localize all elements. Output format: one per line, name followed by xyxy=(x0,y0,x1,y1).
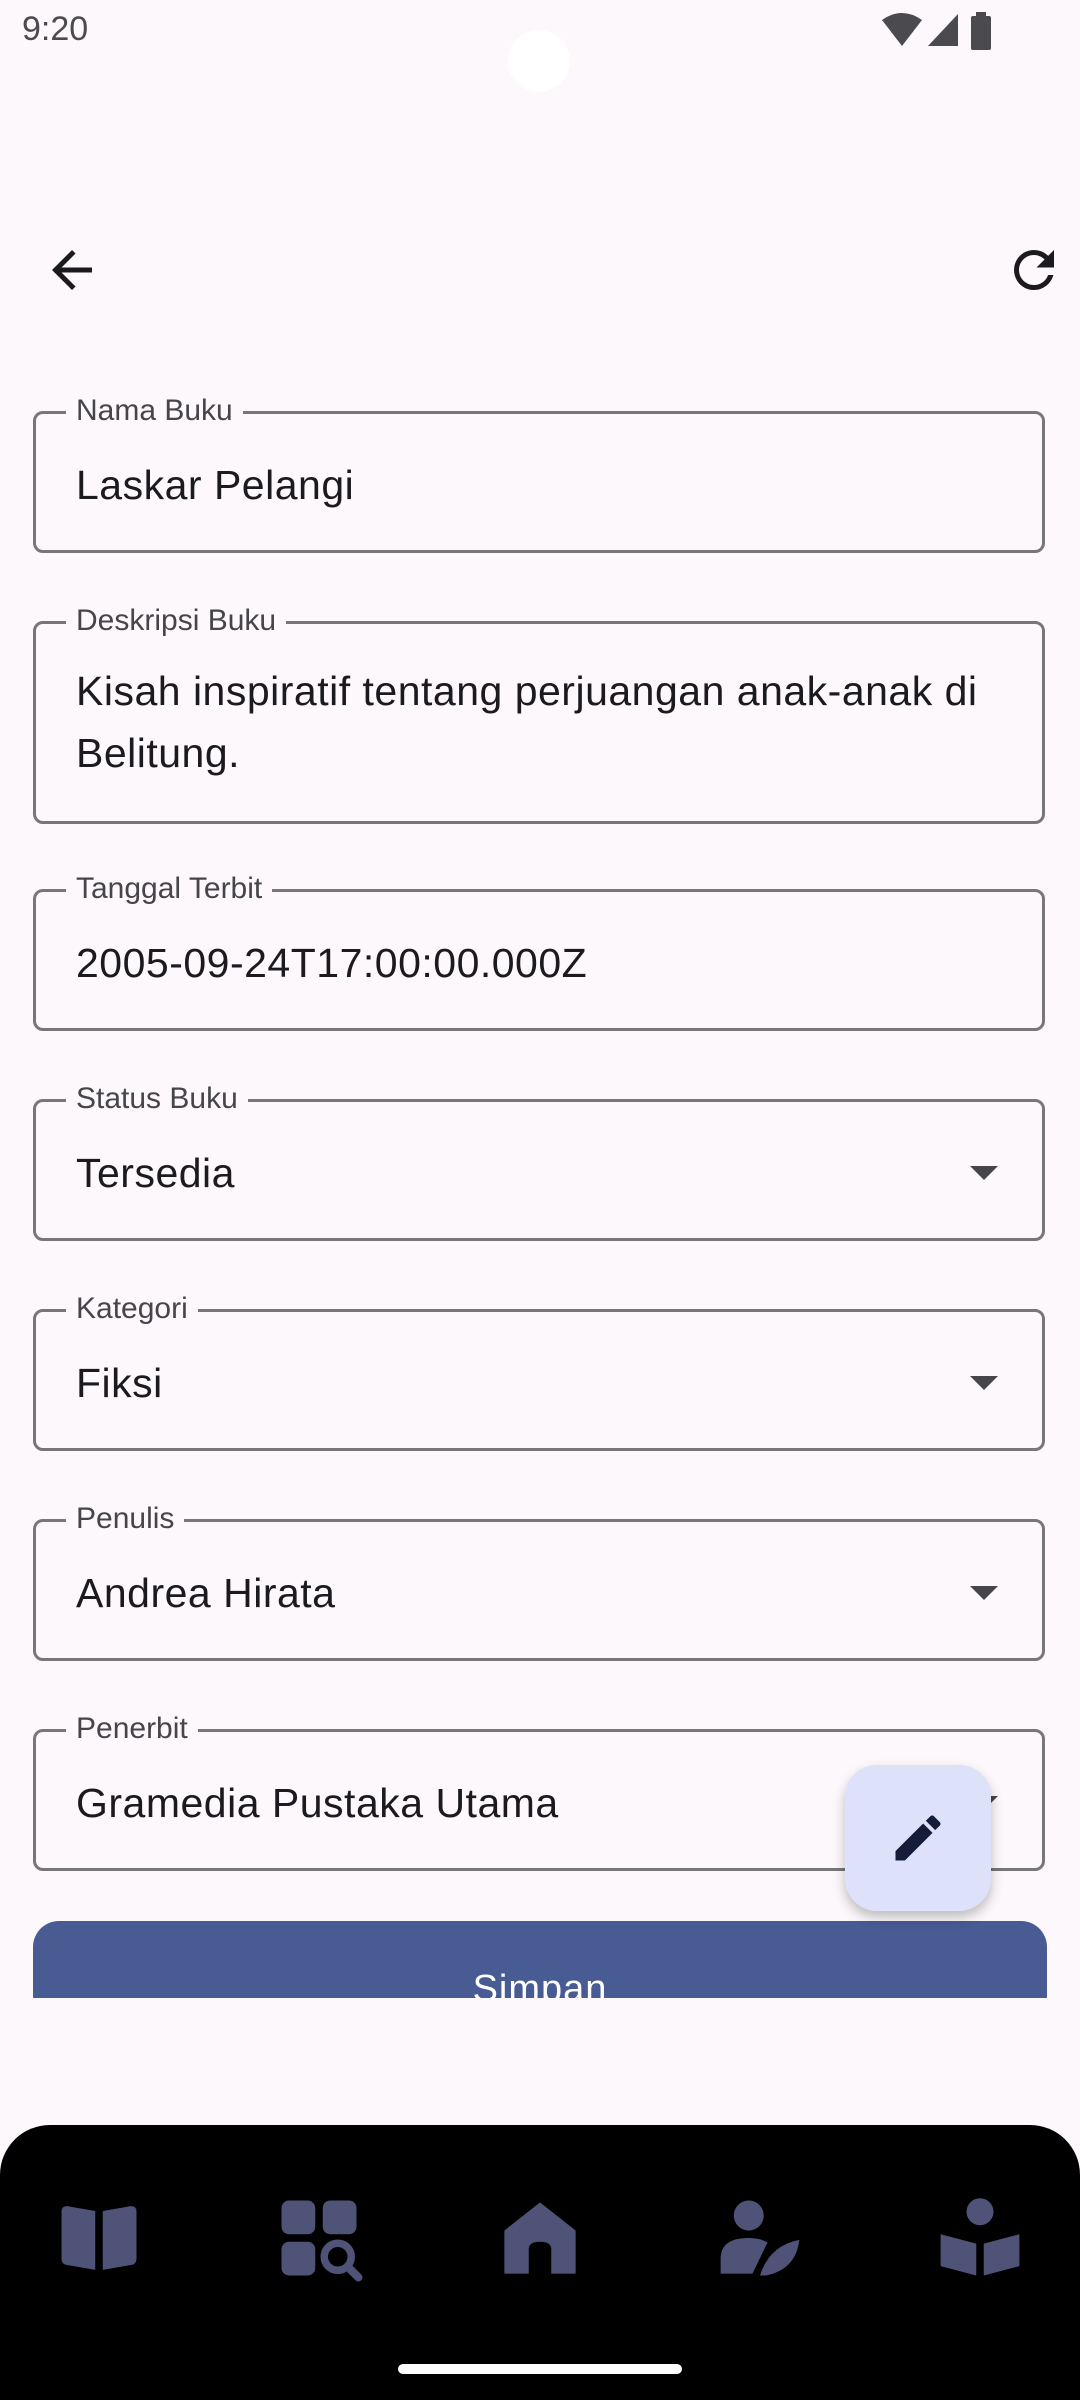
status-buku-dropdown[interactable]: Status Buku Tersedia xyxy=(33,1082,1045,1241)
deskripsi-buku-label: Deskripsi Buku xyxy=(66,604,287,638)
back-button[interactable] xyxy=(42,240,102,300)
deskripsi-buku-value: Kisah inspiratif tentang perjuangan anak… xyxy=(76,668,978,776)
status-icons xyxy=(882,12,1008,52)
nav-item-readers[interactable] xyxy=(935,2193,1025,2283)
tanggal-terbit-label: Tanggal Terbit xyxy=(66,872,273,906)
refresh-icon xyxy=(1014,250,1054,290)
nav-item-home[interactable] xyxy=(495,2193,585,2283)
dropdown-arrow-icon xyxy=(970,1376,998,1390)
nama-buku-label: Nama Buku xyxy=(66,394,243,428)
refresh-button[interactable] xyxy=(1004,240,1064,300)
status-time: 9:20 xyxy=(22,10,89,48)
status-bar: 9:20 xyxy=(0,0,1080,92)
penulis-label: Penulis xyxy=(66,1502,185,1536)
status-buku-label: Status Buku xyxy=(66,1082,248,1116)
kategori-label: Kategori xyxy=(66,1292,198,1326)
nama-buku-value: Laskar Pelangi xyxy=(76,462,355,508)
dropdown-arrow-icon xyxy=(970,1586,998,1600)
bottom-navigation xyxy=(0,2125,1080,2400)
edit-pencil-icon xyxy=(895,1815,941,1861)
penulis-value: Andrea Hirata xyxy=(76,1570,336,1616)
edit-fab[interactable] xyxy=(845,1765,991,1911)
book-icon xyxy=(61,2206,137,2270)
status-buku-value: Tersedia xyxy=(76,1150,235,1196)
save-button-viewport: Simpan xyxy=(33,1921,1047,1998)
reader-icon xyxy=(940,2198,1020,2276)
wifi-icon xyxy=(882,13,922,46)
category-search-icon xyxy=(281,2200,363,2282)
nav-item-books[interactable] xyxy=(54,2193,144,2283)
save-button[interactable]: Simpan xyxy=(33,1921,1047,1998)
cell-signal-icon xyxy=(928,14,958,46)
home-icon xyxy=(504,2202,576,2274)
author-icon xyxy=(720,2200,800,2276)
kategori-dropdown[interactable]: Kategori Fiksi xyxy=(33,1292,1045,1451)
kategori-value: Fiksi xyxy=(76,1360,163,1406)
gesture-bar[interactable] xyxy=(398,2364,682,2374)
deskripsi-buku-field[interactable]: Deskripsi Buku Kisah inspiratif tentang … xyxy=(33,604,1045,824)
penulis-dropdown[interactable]: Penulis Andrea Hirata xyxy=(33,1502,1045,1661)
camera-cutout xyxy=(508,30,570,92)
top-app-bar xyxy=(0,230,1080,310)
arrow-back-icon xyxy=(52,250,92,290)
battery-icon xyxy=(971,12,991,50)
tanggal-terbit-value: 2005-09-24T17:00:00.000Z xyxy=(76,940,588,986)
tanggal-terbit-field[interactable]: Tanggal Terbit 2005-09-24T17:00:00.000Z xyxy=(33,872,1045,1031)
nav-item-authors[interactable] xyxy=(715,2193,805,2283)
nama-buku-field[interactable]: Nama Buku Laskar Pelangi xyxy=(33,394,1045,553)
penerbit-label: Penerbit xyxy=(66,1712,198,1746)
dropdown-arrow-icon xyxy=(970,1166,998,1180)
penerbit-value: Gramedia Pustaka Utama xyxy=(76,1780,559,1826)
nav-item-categories[interactable] xyxy=(274,2193,364,2283)
